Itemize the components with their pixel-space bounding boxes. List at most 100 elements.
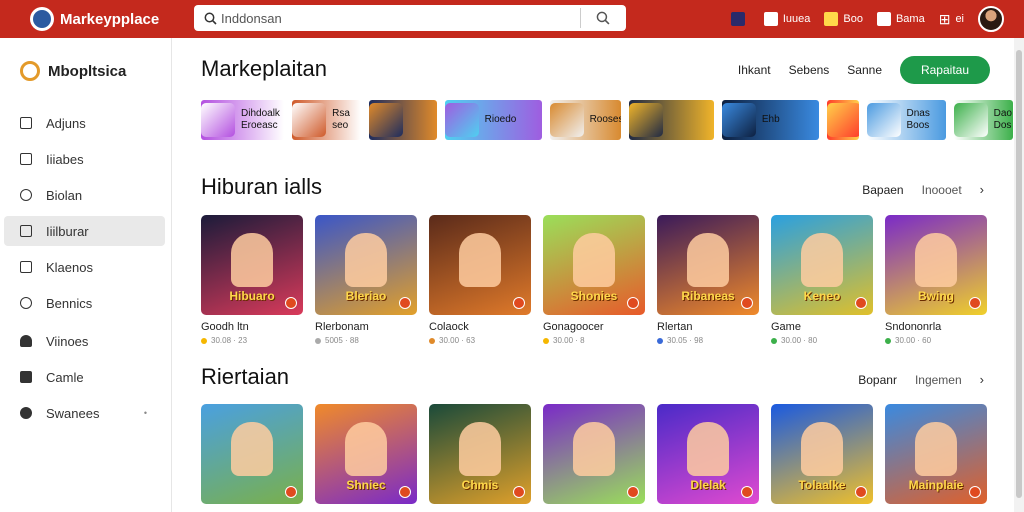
featured-subtitle: Rsa seo bbox=[332, 108, 350, 131]
featured-item[interactable]: Dnas Boos bbox=[866, 100, 946, 140]
game-card-art: Tolaalke bbox=[771, 404, 873, 504]
featured-item[interactable]: Dao Dos bbox=[953, 100, 1013, 140]
sidebar-item-camle[interactable]: Camle bbox=[4, 362, 165, 392]
featured-thumbnail bbox=[292, 103, 327, 137]
featured-thumbnail bbox=[549, 103, 584, 137]
sidebar-item-viinoes[interactable]: Viinoes bbox=[4, 326, 165, 356]
section-links-riertaian: Bopanr Ingemen › bbox=[858, 372, 984, 387]
sidebar-list: Adjuns Iiiabes Biolan Iiilburar Klaenos … bbox=[0, 108, 171, 428]
sidebar-item-adjuns[interactable]: Adjuns bbox=[4, 108, 165, 138]
game-card[interactable]: Tolaalke bbox=[771, 404, 873, 512]
featured-item[interactable]: Ehb bbox=[721, 100, 819, 140]
brand-name: Markeypplace bbox=[60, 10, 160, 28]
top-action-store[interactable]: Iuuea bbox=[763, 12, 810, 26]
search-input[interactable] bbox=[217, 6, 570, 30]
scrollbar[interactable] bbox=[1014, 38, 1024, 512]
game-card[interactable]: Keneo Game 30.00 · 80 bbox=[771, 215, 873, 345]
chevron-right-icon[interactable]: › bbox=[980, 182, 984, 197]
game-card[interactable]: Shniec bbox=[315, 404, 417, 512]
featured-item[interactable] bbox=[826, 100, 859, 140]
character-figure bbox=[231, 422, 273, 476]
game-card-meta: 5005 · 88 bbox=[315, 336, 417, 345]
featured-item[interactable]: Dihdoalk Eroeasc bbox=[201, 100, 285, 140]
character-figure bbox=[915, 422, 957, 476]
header-links: Ihkant Sebens Sanne Rapaitau bbox=[738, 56, 990, 84]
top-actions: Iuuea Boo Bama ⊞ ei bbox=[730, 0, 1004, 38]
header-link-sebens[interactable]: Sebens bbox=[789, 63, 830, 77]
game-card-art: Shonies bbox=[543, 215, 645, 315]
rating-dot-icon bbox=[315, 337, 321, 344]
featured-thumbnail bbox=[201, 103, 235, 137]
sidebar-item-bennics[interactable]: Bennics bbox=[4, 288, 165, 318]
game-card[interactable]: Ribaneas Rlertan 30.05 · 98 bbox=[657, 215, 759, 345]
header-link-sanne[interactable]: Sanne bbox=[847, 63, 882, 77]
game-card-title: Sndononrla bbox=[885, 321, 942, 333]
featured-item[interactable]: Rooses bbox=[549, 100, 621, 140]
game-row-riertaian: Shniec Chmis Dlelak Tolaalke Mainplaie bbox=[201, 404, 987, 512]
sidebar-item-iiiabes[interactable]: Iiiabes bbox=[4, 144, 165, 174]
game-card[interactable]: Bwing Sndononrla 30.00 · 60 bbox=[885, 215, 987, 345]
game-card[interactable]: Shonies Gonagoocer 30.00 · 8 bbox=[543, 215, 645, 345]
main-content: Markeplaitan Ihkant Sebens Sanne Rapaita… bbox=[172, 38, 1014, 512]
chevron-right-icon[interactable]: › bbox=[980, 372, 984, 387]
section-link-inoooet[interactable]: Inoooet bbox=[922, 183, 962, 197]
badge-icon bbox=[741, 486, 753, 498]
section-link-bapaen[interactable]: Bapaen bbox=[862, 183, 903, 197]
section-title-hiburan: Hiburan ialls bbox=[201, 174, 323, 199]
section-links-hiburan: Bapaen Inoooet › bbox=[862, 182, 984, 197]
section-title-riertaian: Riertaian bbox=[201, 364, 290, 389]
game-logo-text: Hibuaro bbox=[229, 289, 275, 303]
scrollbar-thumb[interactable] bbox=[1016, 50, 1022, 498]
game-card[interactable]: Dlelak bbox=[657, 404, 759, 512]
game-icon bbox=[730, 12, 745, 26]
top-action-game[interactable] bbox=[730, 12, 750, 26]
compass-icon bbox=[20, 189, 32, 201]
featured-text: Ehb bbox=[762, 114, 780, 126]
header-link-ihkant[interactable]: Ihkant bbox=[738, 63, 771, 77]
featured-item[interactable] bbox=[628, 100, 714, 140]
game-card-rating: 30.05 · 98 bbox=[667, 336, 704, 345]
game-card-meta: 30.00 · 60 bbox=[885, 336, 987, 345]
top-action-gift[interactable]: Boo bbox=[824, 12, 863, 26]
featured-item[interactable]: Rsa seo bbox=[292, 100, 362, 140]
game-card[interactable]: Bleriao Rlerbonam 5005 · 88 bbox=[315, 215, 417, 345]
featured-item[interactable] bbox=[369, 100, 437, 140]
avatar[interactable] bbox=[978, 6, 1004, 32]
badge-icon bbox=[969, 486, 981, 498]
sidebar-brand[interactable]: Mbopltsica bbox=[20, 60, 171, 82]
apps-icon bbox=[20, 117, 32, 129]
sidebar-item-iiilburar[interactable]: Iiilburar bbox=[4, 216, 165, 246]
sidebar-item-klaenos[interactable]: Klaenos bbox=[4, 252, 165, 282]
featured-text: Rooses bbox=[590, 114, 621, 126]
featured-thumbnail bbox=[826, 103, 859, 137]
game-card-art: Chmis bbox=[429, 404, 531, 504]
sidebar-item-swanees[interactable]: Swanees • bbox=[4, 398, 165, 428]
section-link-bopanr[interactable]: Bopanr bbox=[858, 373, 897, 387]
search-bar bbox=[194, 5, 626, 31]
top-action-bag[interactable]: Bama bbox=[876, 12, 925, 26]
gift-icon bbox=[824, 12, 839, 26]
search-submit-button[interactable] bbox=[581, 5, 626, 31]
game-card[interactable] bbox=[201, 404, 303, 512]
game-card-rating: 30.08 · 23 bbox=[211, 336, 248, 345]
featured-title: Rooses bbox=[589, 114, 621, 125]
character-figure bbox=[915, 233, 957, 287]
game-logo-text: Bleriao bbox=[345, 289, 387, 303]
game-card[interactable]: Mainplaie bbox=[885, 404, 987, 512]
sidebar-item-biolan[interactable]: Biolan bbox=[4, 180, 165, 210]
brand[interactable]: Markeypplace bbox=[30, 7, 180, 31]
primary-button[interactable]: Rapaitau bbox=[900, 56, 990, 84]
game-card[interactable]: Hibuaro Goodh ltn 30.08 · 23 bbox=[201, 215, 303, 345]
game-card-art: Dlelak bbox=[657, 404, 759, 504]
search-icon bbox=[204, 12, 217, 25]
featured-item[interactable]: Rioedo bbox=[444, 100, 542, 140]
game-card-title: Goodh ltn bbox=[201, 321, 249, 333]
top-action-grid[interactable]: ⊞ ei bbox=[939, 11, 964, 28]
character-figure bbox=[687, 233, 729, 287]
game-card[interactable] bbox=[543, 404, 645, 512]
section-link-ingemen[interactable]: Ingemen bbox=[915, 373, 962, 387]
game-card[interactable]: Chmis bbox=[429, 404, 531, 512]
game-card[interactable]: Colaock 30.00 · 63 bbox=[429, 215, 531, 345]
sidebar-logo-icon bbox=[20, 61, 40, 81]
game-logo-text: Keneo bbox=[803, 289, 841, 303]
